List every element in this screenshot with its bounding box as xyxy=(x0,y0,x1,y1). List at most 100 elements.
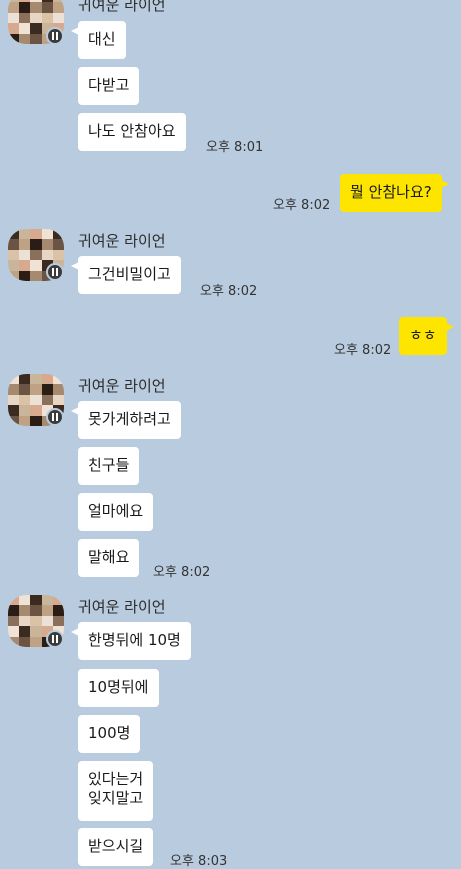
message-bubble[interactable]: 10명뒤에 xyxy=(78,669,159,707)
avatar-pixel xyxy=(19,23,31,34)
avatar-pixel xyxy=(19,229,31,240)
my-message-bubble[interactable]: ㅎㅎ xyxy=(399,317,454,355)
avatar-pixel xyxy=(30,270,42,281)
message-bubble[interactable]: 있다는거 잊지말고 xyxy=(78,761,154,821)
timestamp: 오후 8:01 xyxy=(206,140,264,155)
avatar-pixel xyxy=(8,12,20,24)
profile-badge-icon xyxy=(46,263,64,281)
avatar-pixel xyxy=(19,374,31,385)
sender-name: 귀여운 라이언 xyxy=(78,377,166,395)
avatar-pixel xyxy=(8,384,20,395)
avatar-pixel xyxy=(52,229,64,240)
avatar-pixel xyxy=(19,394,31,406)
avatar-pixel xyxy=(30,394,42,406)
avatar-pixel xyxy=(8,415,20,426)
avatar-pixel xyxy=(19,405,31,416)
avatar-pixel xyxy=(19,605,31,616)
message-bubble[interactable]: 받으시길 xyxy=(78,828,154,866)
avatar-pixel xyxy=(41,229,53,240)
avatar-pixel xyxy=(52,2,64,13)
avatar-pixel xyxy=(8,595,20,606)
sender-name: 귀여운 라이언 xyxy=(78,232,166,250)
message-bubble[interactable]: 한명뒤에 10명 xyxy=(71,622,191,660)
avatar-pixel xyxy=(8,636,20,647)
profile-badge-icon xyxy=(46,630,64,648)
avatar-pixel xyxy=(30,636,42,647)
avatar-pixel xyxy=(30,374,42,385)
timestamp: 오후 8:02 xyxy=(153,565,211,580)
avatar-pixel xyxy=(19,415,31,426)
message-bubble[interactable]: 나도 안참아요 xyxy=(78,113,186,151)
avatar-pixel xyxy=(30,605,42,616)
avatar-pixel xyxy=(19,260,31,271)
avatar-pixel xyxy=(52,394,64,406)
avatar-pixel xyxy=(41,384,53,395)
avatar-pixel xyxy=(30,2,42,13)
avatar-pixel xyxy=(41,394,53,406)
avatar-pixel xyxy=(19,239,31,250)
avatar-pixel xyxy=(19,384,31,395)
avatar-pixel xyxy=(8,249,20,261)
profile-badge-icon xyxy=(46,408,64,426)
avatar-pixel xyxy=(19,249,31,261)
avatar-pixel xyxy=(8,270,20,281)
message-bubble[interactable]: 얼마에요 xyxy=(78,493,154,531)
avatar-pixel xyxy=(19,12,31,24)
message-bubble[interactable]: 못가게하려고 xyxy=(71,401,181,439)
avatar-pixel xyxy=(52,374,64,385)
timestamp: 오후 8:02 xyxy=(273,198,331,213)
avatar-pixel xyxy=(8,626,20,637)
avatar-pixel xyxy=(41,2,53,13)
avatar-pixel xyxy=(8,394,20,406)
message-bubble[interactable]: 100명 xyxy=(78,715,141,753)
message-bubble[interactable]: 다받고 xyxy=(78,67,140,105)
timestamp: 오후 8:03 xyxy=(170,854,228,869)
profile-badge-icon xyxy=(46,27,64,45)
avatar-pixel xyxy=(41,595,53,606)
avatar-pixel xyxy=(30,33,42,44)
avatar-pixel xyxy=(8,260,20,271)
avatar-pixel xyxy=(52,249,64,261)
avatar-pixel xyxy=(19,33,31,44)
avatar-pixel xyxy=(19,615,31,627)
avatar-pixel xyxy=(19,636,31,647)
avatar-pixel xyxy=(41,615,53,627)
message-bubble[interactable]: 그건비밀이고 xyxy=(71,256,181,294)
avatar-pixel xyxy=(8,615,20,627)
avatar-pixel xyxy=(30,260,42,271)
avatar-pixel xyxy=(52,384,64,395)
message-bubble[interactable]: 말해요 xyxy=(78,539,140,577)
avatar-pixel xyxy=(19,626,31,637)
avatar-pixel xyxy=(8,239,20,250)
avatar-pixel xyxy=(30,12,42,24)
avatar-pixel xyxy=(30,249,42,261)
avatar-pixel xyxy=(30,23,42,34)
avatar-pixel xyxy=(30,229,42,240)
avatar-pixel xyxy=(52,615,64,627)
avatar-pixel xyxy=(8,33,20,44)
avatar-pixel xyxy=(52,595,64,606)
avatar-pixel xyxy=(52,239,64,250)
avatar-pixel xyxy=(19,270,31,281)
my-message-bubble[interactable]: 뭘 안참나요? xyxy=(340,174,449,212)
avatar-pixel xyxy=(30,595,42,606)
avatar-pixel xyxy=(30,405,42,416)
timestamp: 오후 8:02 xyxy=(334,343,392,358)
avatar-pixel xyxy=(30,384,42,395)
message-bubble[interactable]: 친구들 xyxy=(78,447,140,485)
avatar-pixel xyxy=(8,374,20,385)
avatar-pixel xyxy=(30,626,42,637)
message-bubble[interactable]: 대신 xyxy=(71,21,126,59)
avatar-pixel xyxy=(30,239,42,250)
sender-name: 귀여운 라이언 xyxy=(78,0,166,14)
avatar-pixel xyxy=(8,23,20,34)
avatar-pixel xyxy=(52,605,64,616)
avatar-pixel xyxy=(52,12,64,24)
avatar-pixel xyxy=(8,605,20,616)
avatar-pixel xyxy=(41,12,53,24)
avatar-pixel xyxy=(8,229,20,240)
avatar-pixel xyxy=(41,239,53,250)
avatar-pixel xyxy=(8,405,20,416)
avatar-pixel xyxy=(30,615,42,627)
avatar-pixel xyxy=(41,605,53,616)
